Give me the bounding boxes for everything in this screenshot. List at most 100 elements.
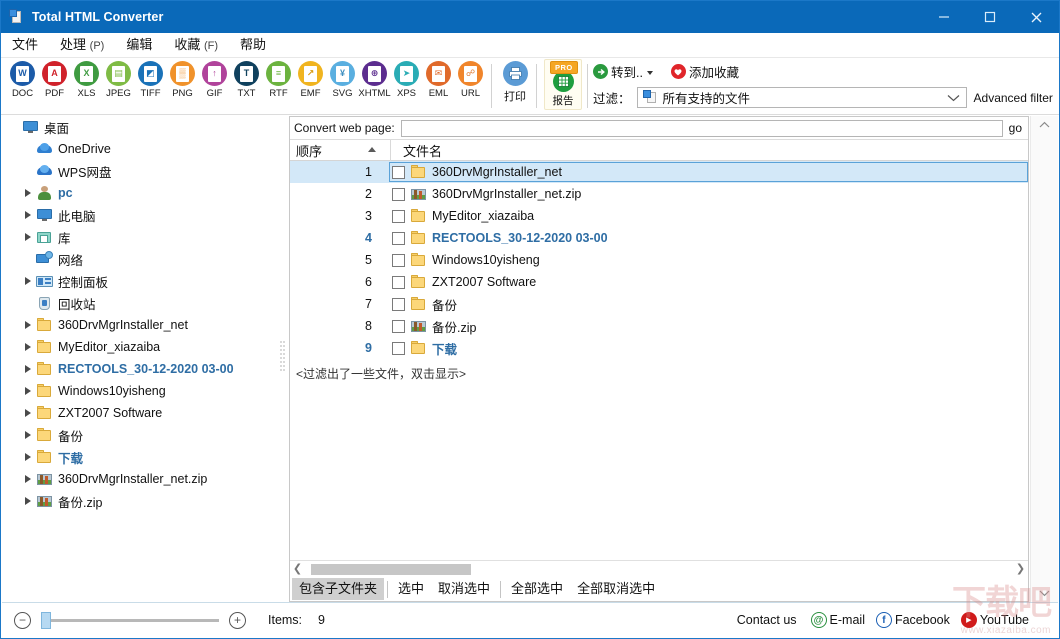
menu-item-3[interactable]: 收藏 (F) xyxy=(163,34,229,57)
panel-splitter[interactable] xyxy=(277,116,288,602)
selection-button-4[interactable]: 全部取消选中 xyxy=(570,578,662,600)
chevron-down-icon[interactable] xyxy=(646,70,653,75)
tree-item[interactable]: 桌面 xyxy=(2,116,276,138)
table-row[interactable]: 4 RECTOOLS_30-12-2020 03-00 xyxy=(290,227,1028,249)
tree-item[interactable]: 库 xyxy=(2,226,276,248)
table-row[interactable]: 6 ZXT2007 Software xyxy=(290,271,1028,293)
format-button-jpeg[interactable]: ▤ JPEG xyxy=(103,61,134,99)
zoom-slider[interactable] xyxy=(41,611,219,629)
column-header-name[interactable]: 文件名 xyxy=(390,139,1028,161)
tree-item[interactable]: 此电脑 xyxy=(2,204,276,226)
tree-item[interactable]: 360DrvMgrInstaller_net.zip xyxy=(2,468,276,490)
menu-item-2[interactable]: 编辑 xyxy=(115,34,163,56)
selection-button-3[interactable]: 全部选中 xyxy=(504,578,570,600)
filter-combobox[interactable]: 所有支持的文件 xyxy=(636,87,967,108)
format-button-xhtml[interactable]: ⊕ XHTML xyxy=(358,61,391,99)
file-row-name-cell[interactable]: ZXT2007 Software xyxy=(390,274,1028,290)
filtered-files-note[interactable]: <过滤出了一些文件，双击显示> xyxy=(290,359,1028,382)
column-header-order[interactable]: 顺序 xyxy=(290,140,390,161)
table-row[interactable]: 3 MyEditor_xiazaiba xyxy=(290,205,1028,227)
minimize-button[interactable] xyxy=(921,1,967,33)
tree-item[interactable]: 备份.zip xyxy=(2,490,276,512)
expand-triangle-icon[interactable] xyxy=(20,431,36,439)
menu-item-4[interactable]: 帮助 xyxy=(229,34,277,56)
format-button-xls[interactable]: X XLS xyxy=(71,61,102,99)
tree-item[interactable]: MyEditor_xiazaiba xyxy=(2,336,276,358)
vertical-scrollbar[interactable] xyxy=(1030,116,1058,602)
file-row-checkbox[interactable] xyxy=(392,231,405,245)
file-row-checkbox[interactable] xyxy=(392,253,405,267)
close-button[interactable] xyxy=(1013,1,1059,33)
zoom-out-button[interactable]: − xyxy=(14,611,31,629)
expand-triangle-icon[interactable] xyxy=(20,233,36,241)
vscroll-track[interactable] xyxy=(1031,134,1059,584)
expand-triangle-icon[interactable] xyxy=(20,475,36,483)
report-button[interactable]: PRO 报告 xyxy=(544,59,582,110)
format-button-svg[interactable]: ¥ SVG xyxy=(327,61,358,99)
menu-item-0[interactable]: 文件 xyxy=(1,34,49,56)
file-row-name-cell[interactable]: Windows10yisheng xyxy=(390,252,1028,268)
hscroll-track[interactable] xyxy=(305,563,1013,576)
table-row[interactable]: 5 Windows10yisheng xyxy=(290,249,1028,271)
expand-triangle-icon[interactable] xyxy=(20,453,36,461)
format-button-gif[interactable]: ↑ GIF xyxy=(199,61,230,99)
file-row-name-cell[interactable]: 360DrvMgrInstaller_net.zip xyxy=(390,186,1028,202)
add-favorite-label[interactable]: 添加收藏 xyxy=(689,62,739,81)
scroll-right-icon[interactable]: ❯ xyxy=(1013,563,1028,575)
table-row[interactable]: 1 360DrvMgrInstaller_net xyxy=(290,161,1028,183)
format-button-tiff[interactable]: ◩ TIFF xyxy=(135,61,166,99)
format-button-pdf[interactable]: A PDF xyxy=(39,61,70,99)
file-row-name-cell[interactable]: 备份.zip xyxy=(390,317,1028,336)
tree-item[interactable]: RECTOOLS_30-12-2020 03-00 xyxy=(2,358,276,380)
tree-item[interactable]: 控制面板 xyxy=(2,270,276,292)
tree-item[interactable]: ZXT2007 Software xyxy=(2,402,276,424)
expand-triangle-icon[interactable] xyxy=(20,365,36,373)
expand-triangle-icon[interactable] xyxy=(20,387,36,395)
scroll-left-icon[interactable]: ❮ xyxy=(290,563,305,575)
tree-item[interactable]: 回收站 xyxy=(2,292,276,314)
tree-item[interactable]: pc xyxy=(2,182,276,204)
table-row[interactable]: 8 备份.zip xyxy=(290,315,1028,337)
table-row[interactable]: 2 360DrvMgrInstaller_net.zip xyxy=(290,183,1028,205)
file-list[interactable]: 1 360DrvMgrInstaller_net 2 360DrvMgrInstall… xyxy=(290,161,1028,560)
file-row-name-cell[interactable]: 备份 xyxy=(390,295,1028,314)
maximize-button[interactable] xyxy=(967,1,1013,33)
file-row-name-cell[interactable]: 360DrvMgrInstaller_net xyxy=(389,162,1028,182)
file-row-name-cell[interactable]: MyEditor_xiazaiba xyxy=(390,208,1028,224)
convert-web-page-input[interactable] xyxy=(400,119,1003,137)
file-row-name-cell[interactable]: RECTOOLS_30-12-2020 03-00 xyxy=(390,230,1028,246)
selection-button-2[interactable]: 取消选中 xyxy=(431,578,497,600)
horizontal-scrollbar[interactable]: ❮ ❯ xyxy=(290,560,1028,577)
format-button-xps[interactable]: ➤ XPS xyxy=(391,61,422,99)
expand-triangle-icon[interactable] xyxy=(20,189,36,197)
scroll-down-icon[interactable] xyxy=(1031,584,1059,602)
expand-triangle-icon[interactable] xyxy=(20,277,36,285)
tree-item[interactable]: 下载 xyxy=(2,446,276,468)
go-button[interactable]: go xyxy=(1009,121,1022,135)
table-row[interactable]: 7 备份 xyxy=(290,293,1028,315)
hscroll-thumb[interactable] xyxy=(311,563,471,575)
file-row-checkbox[interactable] xyxy=(392,275,405,289)
tree-item[interactable]: 360DrvMgrInstaller_net xyxy=(2,314,276,336)
format-button-rtf[interactable]: ≡ RTF xyxy=(263,61,294,99)
tree-item[interactable]: 备份 xyxy=(2,424,276,446)
folder-tree-panel[interactable]: 桌面 OneDrive WPS网盘 pc 此电脑库网络 控制面板 回收站 360DrvMgrI… xyxy=(2,116,276,602)
tree-item[interactable]: Windows10yisheng xyxy=(2,380,276,402)
expand-triangle-icon[interactable] xyxy=(20,211,36,219)
expand-triangle-icon[interactable] xyxy=(20,343,36,351)
format-button-url[interactable]: ☍ URL xyxy=(455,61,486,99)
tree-item[interactable]: OneDrive xyxy=(2,138,276,160)
social-link-e-mail[interactable]: @ E-mail xyxy=(810,612,865,628)
social-link-youtube[interactable]: ▶ YouTube xyxy=(960,612,1029,628)
file-row-checkbox[interactable] xyxy=(392,341,405,355)
file-row-checkbox[interactable] xyxy=(392,209,405,223)
selection-button-1[interactable]: 选中 xyxy=(391,578,431,600)
table-row[interactable]: 9 下载 xyxy=(290,337,1028,359)
file-row-checkbox[interactable] xyxy=(392,187,405,201)
file-row-name-cell[interactable]: 下载 xyxy=(390,339,1028,358)
zoom-slider-thumb[interactable] xyxy=(41,611,51,629)
advanced-filter-link[interactable]: Advanced filter xyxy=(974,91,1053,105)
format-button-doc[interactable]: W DOC xyxy=(7,61,38,99)
filter-chevron-down-icon[interactable] xyxy=(944,94,964,102)
splitter-grip[interactable] xyxy=(280,339,285,379)
